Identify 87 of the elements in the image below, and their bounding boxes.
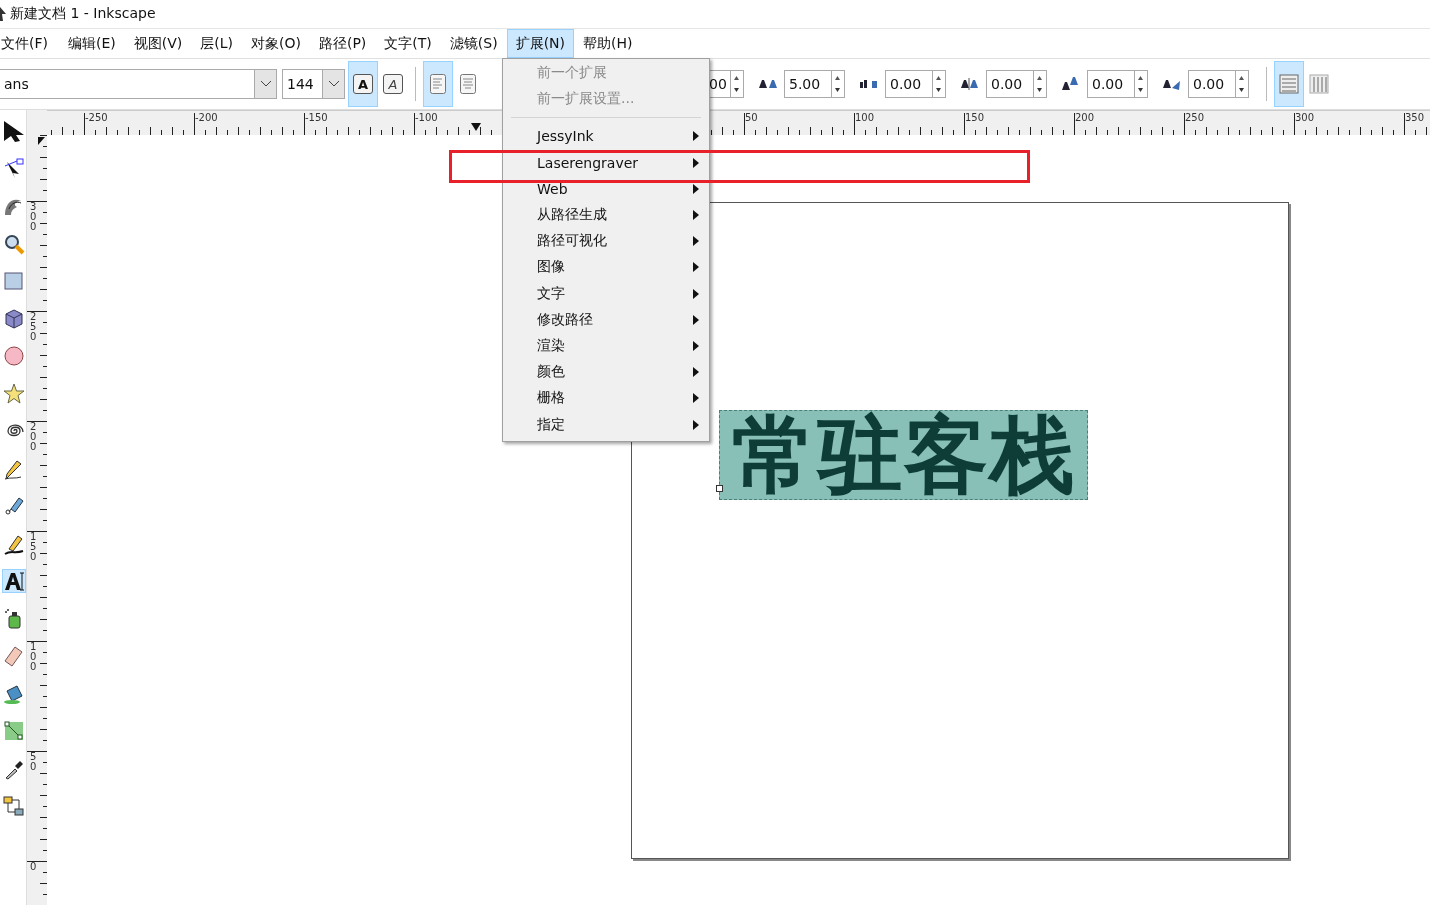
ruler-label: -250 <box>85 112 108 123</box>
menu-item[interactable]: 对象(O) <box>242 29 310 58</box>
ruler-marker-icon[interactable] <box>38 137 45 145</box>
number-field[interactable]: 0.00 <box>1188 70 1236 98</box>
number-field[interactable]: 0.00 <box>885 70 933 98</box>
menu-item[interactable]: Laserengraver <box>503 149 709 176</box>
menu-item[interactable]: 渲染 <box>503 332 709 360</box>
menu-item[interactable]: JessyInk <box>503 123 709 150</box>
ellipse-tool[interactable] <box>2 344 26 368</box>
menu-item[interactable]: 编辑(E) <box>59 29 125 58</box>
rect-tool[interactable] <box>2 269 26 293</box>
box3d-icon <box>3 307 25 330</box>
spin-buttons[interactable] <box>832 70 845 98</box>
number-field[interactable]: 0.00 <box>986 70 1034 98</box>
menu-item[interactable]: 文字(T) <box>375 29 441 58</box>
selector-tool[interactable] <box>2 119 26 143</box>
ruler-label: 300 <box>1295 112 1315 123</box>
menu-item[interactable]: 帮助(H) <box>574 29 642 58</box>
canvas-text[interactable]: 常驻客栈 <box>719 410 1088 500</box>
menu-item[interactable]: Web <box>503 175 709 202</box>
text-icon <box>3 570 25 592</box>
spin-buttons[interactable] <box>731 70 744 98</box>
menu-item[interactable]: 图像 <box>503 254 709 281</box>
ruler-label: 250 <box>1185 112 1205 123</box>
star-tool[interactable] <box>2 381 26 406</box>
ruler-marker-icon[interactable] <box>471 123 481 131</box>
ruler-label: 100 <box>30 642 38 672</box>
number-field[interactable]: 0.00 <box>1087 70 1135 98</box>
font-size-field[interactable]: 144 <box>282 69 323 99</box>
ruler-label: 0 <box>30 862 38 872</box>
menu-item[interactable]: 从路径生成 <box>503 201 709 229</box>
menu-item[interactable]: 文件(F) <box>0 29 57 58</box>
menu-item[interactable]: 指定 <box>503 411 709 438</box>
eraser-icon <box>3 645 25 667</box>
bold-button[interactable]: A <box>348 61 378 107</box>
selector-icon <box>3 120 25 142</box>
spin-buttons[interactable] <box>1034 70 1047 98</box>
font-family-field[interactable]: ans <box>0 69 255 99</box>
star-icon <box>3 382 25 405</box>
chevron-icon <box>327 80 340 88</box>
ruler-label: 300 <box>30 202 38 232</box>
ruler-label: 200 <box>1075 112 1095 123</box>
ruler-label: -200 <box>195 112 218 123</box>
window-title: 新建文档 1 - Inkscape <box>10 5 156 23</box>
ruler-label: -150 <box>305 112 328 123</box>
align-left-button[interactable] <box>423 61 453 107</box>
spacing-icon <box>960 76 980 92</box>
spin-buttons[interactable] <box>1135 70 1148 98</box>
ruler-label: 250 <box>30 312 38 342</box>
ruler-label: 350 <box>1405 112 1425 123</box>
spin-buttons[interactable] <box>933 70 946 98</box>
pen-icon <box>3 495 25 517</box>
menu-item[interactable]: 路径可视化 <box>503 228 709 255</box>
zoom-icon <box>3 232 25 255</box>
ruler-label: 200 <box>30 422 38 452</box>
align-center-icon <box>460 74 476 94</box>
ruler-label: 100 <box>855 112 875 123</box>
menu-item[interactable]: 层(L) <box>191 29 242 58</box>
horizontal-text-icon <box>1279 74 1299 94</box>
menu-item[interactable]: 扩展(N) <box>506 29 575 58</box>
number-field[interactable]: 5.00 <box>784 70 832 98</box>
menu-item[interactable]: 滤镜(S) <box>440 29 507 58</box>
chevron-icon <box>259 80 272 88</box>
gradient-icon <box>3 720 25 742</box>
connector-tool[interactable] <box>2 794 26 818</box>
selection-handle[interactable] <box>716 485 723 492</box>
menu-item[interactable]: 路径(P) <box>309 29 376 58</box>
menu-item[interactable]: 栅格 <box>503 385 709 412</box>
spin-buttons[interactable] <box>1236 70 1249 98</box>
ruler-label: -100 <box>415 112 438 123</box>
ruler-label: 150 <box>30 532 38 562</box>
italic-button[interactable]: A <box>378 61 408 107</box>
menu-item[interactable]: 视图(V) <box>124 29 192 58</box>
align-left-icon <box>430 74 446 94</box>
ellipse-icon <box>3 345 25 367</box>
connector-icon <box>3 795 25 817</box>
menu-item[interactable]: 颜色 <box>503 359 709 386</box>
text-tool[interactable] <box>2 569 26 593</box>
spacing-icon <box>1061 76 1081 92</box>
menu-item[interactable]: 文字 <box>503 280 709 307</box>
ruler-label: 50 <box>30 752 38 772</box>
gradient-tool[interactable] <box>2 719 26 743</box>
ruler-label: 150 <box>965 112 985 123</box>
menu-item[interactable]: 修改路径 <box>503 306 709 333</box>
vertical-text-icon <box>1309 74 1329 94</box>
ruler-label: 50 <box>745 112 758 123</box>
rect-icon <box>3 270 25 292</box>
